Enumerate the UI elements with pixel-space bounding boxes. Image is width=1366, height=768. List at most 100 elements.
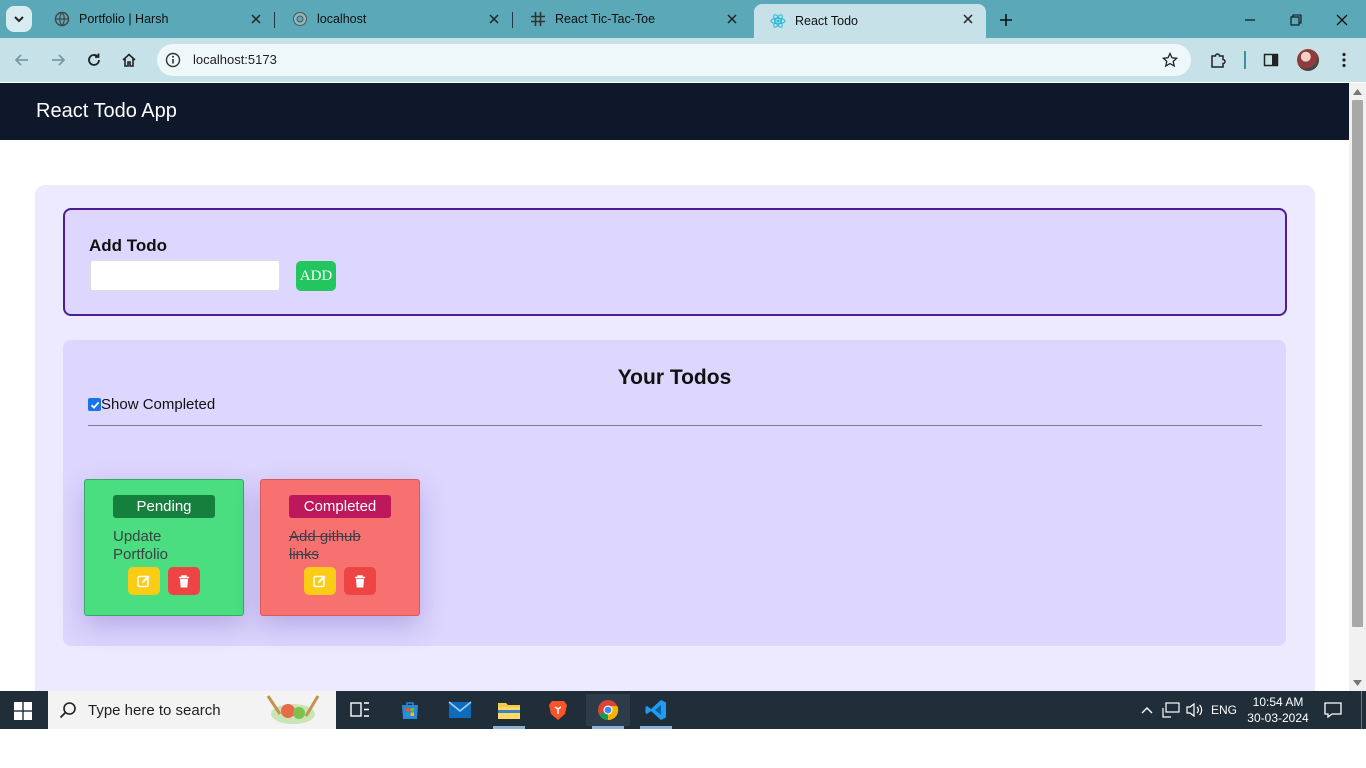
brave-browser-button[interactable] (536, 694, 580, 726)
notification-icon (1324, 702, 1342, 718)
input-language-indicator[interactable]: ENG (1210, 702, 1238, 718)
close-icon[interactable] (486, 11, 502, 27)
notifications-button[interactable] (1322, 702, 1344, 718)
tab-divider (274, 12, 275, 28)
restore-button[interactable] (1284, 8, 1308, 32)
tab-localhost[interactable]: localhost (276, 4, 512, 34)
close-icon[interactable] (248, 11, 264, 27)
todo-text: Add github links (289, 528, 361, 563)
mail-button[interactable] (438, 694, 482, 726)
toolbar-divider (1244, 51, 1246, 69)
add-button[interactable]: ADD (296, 261, 336, 291)
back-button[interactable] (10, 48, 34, 72)
microsoft-store-button[interactable] (388, 694, 432, 726)
edit-button[interactable] (128, 567, 160, 595)
scroll-up-icon[interactable] (1353, 87, 1362, 96)
taskbar-clock[interactable]: 10:54 AM 30-03-2024 (1240, 694, 1316, 726)
url-text: localhost:5173 (193, 52, 277, 67)
edit-icon (137, 575, 150, 588)
minimize-button[interactable] (1238, 8, 1262, 32)
tab-search-button[interactable] (6, 6, 32, 32)
taskbar-search-box[interactable]: Type here to search (48, 691, 336, 729)
plus-icon (1000, 14, 1012, 26)
network-status[interactable] (1161, 702, 1181, 718)
close-window-button[interactable] (1330, 8, 1354, 32)
status-badge: Completed (289, 495, 391, 518)
scroll-down-icon[interactable] (1353, 678, 1362, 687)
windows-taskbar: Type here to search ENG 10:54 AM 30-03-2… (0, 691, 1366, 729)
clock-time: 10:54 AM (1252, 695, 1304, 709)
vscode-icon (645, 700, 666, 720)
trash-icon (355, 574, 365, 587)
tab-react-todo[interactable]: React Todo (754, 4, 986, 38)
grid-icon (530, 11, 546, 27)
task-view-button[interactable] (338, 694, 382, 726)
arrow-left-icon (14, 54, 28, 66)
todo-text: Update Portfolio (113, 528, 169, 563)
tab-portfolio[interactable]: Portfolio | Harsh (38, 4, 274, 34)
store-icon (402, 702, 418, 719)
reload-button[interactable] (82, 48, 106, 72)
bookmark-star-icon[interactable] (1161, 51, 1179, 69)
show-completed-label: Show Completed (101, 396, 216, 413)
start-button[interactable] (12, 700, 34, 722)
delete-button[interactable] (344, 567, 376, 595)
tab-title: localhost (317, 12, 367, 26)
trash-icon (179, 574, 189, 587)
restore-icon (1290, 14, 1302, 26)
show-completed-toggle[interactable]: Show Completed (88, 396, 215, 413)
vscode-button[interactable] (634, 694, 678, 729)
chrome-button[interactable] (586, 694, 630, 729)
arrow-right-icon (52, 54, 66, 66)
chrome-icon (598, 700, 619, 721)
task-view-icon (350, 702, 369, 717)
react-logo-icon (770, 13, 786, 29)
home-button[interactable] (117, 48, 141, 72)
speaker-icon (1186, 702, 1203, 718)
show-desktop-button[interactable] (1361, 691, 1362, 729)
add-todo-section: Add Todo ADD (63, 208, 1287, 316)
globe-icon (292, 11, 308, 27)
browser-menu-button[interactable] (1332, 48, 1356, 72)
app-title: React Todo App (36, 100, 177, 122)
site-info-icon[interactable] (165, 52, 181, 68)
file-explorer-button[interactable] (487, 694, 531, 729)
chevron-up-icon (1141, 707, 1153, 714)
more-vertical-icon (1342, 52, 1346, 68)
todos-list-section: Your Todos Show Completed Pending Update… (63, 340, 1286, 646)
globe-icon (54, 11, 70, 27)
profile-avatar[interactable] (1297, 49, 1319, 71)
page-viewport: React Todo App Add Todo ADD Your Todos S… (0, 83, 1349, 691)
close-icon[interactable] (960, 11, 976, 27)
address-bar[interactable]: localhost:5173 (157, 44, 1191, 76)
mail-icon (448, 701, 472, 718)
show-hidden-icons-button[interactable] (1139, 702, 1155, 718)
todo-container: Add Todo ADD Your Todos Show Completed P… (35, 185, 1315, 691)
new-tab-button[interactable] (994, 8, 1018, 32)
tab-title: React Tic-Tac-Toe (555, 12, 656, 26)
divider (88, 425, 1262, 426)
edit-button[interactable] (304, 567, 336, 595)
clock-date: 30-03-2024 (1247, 711, 1309, 725)
side-panel-icon (1263, 53, 1279, 67)
edit-icon (313, 575, 326, 588)
scrollbar-thumb[interactable] (1352, 100, 1363, 627)
network-icon (1162, 702, 1180, 718)
forward-button[interactable] (46, 48, 70, 72)
windows-logo-icon (14, 702, 32, 720)
tab-tic-tac-toe[interactable]: React Tic-Tac-Toe (514, 4, 750, 34)
screen-bottom-margin (0, 729, 1366, 768)
page-scrollbar[interactable] (1349, 83, 1366, 691)
show-completed-checkbox[interactable] (88, 398, 101, 411)
browser-toolbar: localhost:5173 (0, 38, 1366, 82)
close-icon (1336, 14, 1348, 26)
delete-button[interactable] (168, 567, 200, 595)
close-icon[interactable] (724, 11, 740, 27)
tab-title: Portfolio | Harsh (79, 12, 169, 26)
home-icon (122, 53, 136, 67)
volume-control[interactable] (1185, 702, 1205, 718)
extensions-button[interactable] (1206, 48, 1230, 72)
side-panel-button[interactable] (1259, 48, 1283, 72)
reload-icon (88, 53, 100, 66)
todo-input[interactable] (90, 260, 280, 291)
